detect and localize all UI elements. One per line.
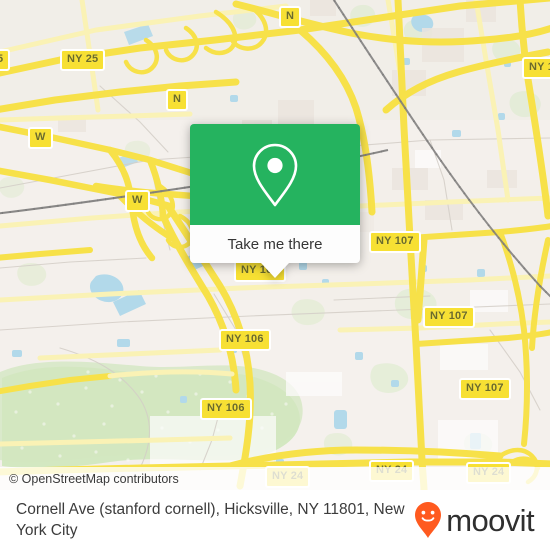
map-page: .rdM{stroke:#f7e033;stroke-linecap:round… (0, 0, 550, 550)
route-shield-n-west: N (166, 89, 189, 111)
route-shield-ny106-b: NY 106 (219, 329, 271, 351)
route-shield-w-mid: W (125, 190, 150, 212)
route-shield-ny107-c: NY 107 (459, 378, 511, 400)
take-me-there-label: Take me there (227, 235, 323, 253)
route-shield-ny107-b: NY 107 (423, 306, 475, 328)
moovit-wordmark: moovit (446, 502, 534, 538)
footer-bar: Cornell Ave (stanford cornell), Hicksvil… (0, 490, 550, 550)
route-shield-w-left: W (28, 127, 53, 149)
route-shield-ny107-a: NY 107 (369, 231, 421, 253)
attribution-text: © OpenStreetMap contributors (9, 471, 179, 486)
route-shield-ny106-c: NY 106 (200, 398, 252, 420)
map-attribution: © OpenStreetMap contributors (0, 467, 550, 490)
location-popup-card[interactable]: Take me there (190, 124, 360, 278)
popup-pointer-tail (261, 263, 289, 278)
route-shield-n-north: N (279, 6, 302, 28)
location-title: Cornell Ave (stanford cornell), Hicksvil… (16, 501, 405, 539)
map-pin-icon (252, 143, 298, 206)
route-shield-ny25: NY 25 (60, 49, 106, 71)
moovit-pin-smile-icon (415, 502, 442, 538)
route-shield-right-edge: NY 1 (522, 57, 550, 79)
popup-action-bar[interactable]: Take me there (190, 225, 360, 278)
route-shield-left-edge: 5 (0, 49, 11, 71)
moovit-brand[interactable]: moovit (413, 501, 535, 539)
popup-header (190, 124, 360, 225)
